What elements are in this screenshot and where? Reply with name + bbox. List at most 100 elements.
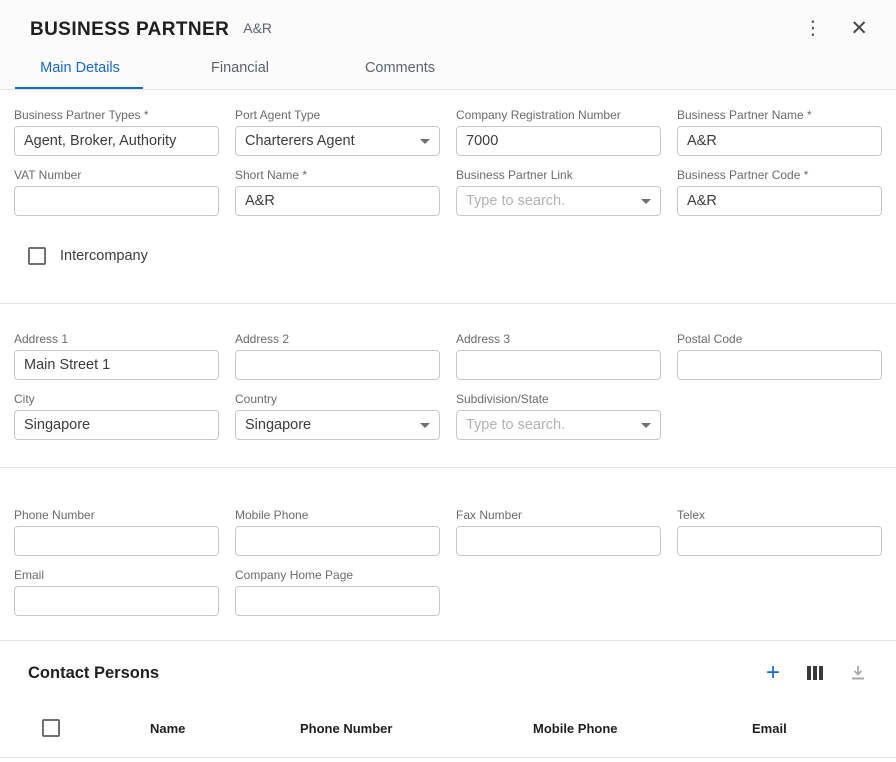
postal-code-input[interactable] [677,350,882,380]
page-subtitle: A&R [243,20,272,36]
field-postal-code: Postal Code [677,332,882,380]
short-name-label: Short Name * [235,168,440,182]
contact-persons-section: Contact Persons + [0,640,896,758]
address-2-input[interactable] [235,350,440,380]
phone-number-input[interactable] [14,526,219,556]
download-icon [850,665,866,681]
postal-code-label: Postal Code [677,332,882,346]
country-value: Singapore [245,417,311,433]
telex-input[interactable] [677,526,882,556]
company-home-page-label: Company Home Page [235,568,440,582]
field-address-1: Address 1 [14,332,219,380]
field-address-2: Address 2 [235,332,440,380]
subdivision-state-placeholder: Type to search. [466,417,565,433]
contact-info-section: Phone Number Mobile Phone Fax Number Tel… [0,468,896,616]
business-partner-code-input[interactable] [677,186,882,216]
download-button[interactable] [848,663,868,683]
field-email: Email [14,568,219,616]
field-company-home-page: Company Home Page [235,568,440,616]
header-actions: ⋮ ✕ [799,18,868,40]
field-vat-number: VAT Number [14,168,219,216]
mobile-phone-label: Mobile Phone [235,508,440,522]
business-partner-types-input[interactable] [14,126,219,156]
city-input[interactable] [14,410,219,440]
intercompany-label: Intercompany [60,248,148,264]
field-phone-number: Phone Number [14,508,219,556]
field-business-partner-name: Business Partner Name * [677,108,882,156]
mobile-phone-input[interactable] [235,526,440,556]
company-registration-number-input[interactable] [456,126,661,156]
empty-cell [456,568,661,616]
subdivision-state-label: Subdivision/State [456,392,661,406]
country-label: Country [235,392,440,406]
chevron-down-icon [420,139,430,144]
field-mobile-phone: Mobile Phone [235,508,440,556]
chevron-down-icon [641,423,651,428]
field-address-3: Address 3 [456,332,661,380]
close-icon[interactable]: ✕ [850,18,868,40]
contact-persons-title: Contact Persons [28,664,159,683]
vat-number-label: VAT Number [14,168,219,182]
vat-number-input[interactable] [14,186,219,216]
fax-number-label: Fax Number [456,508,661,522]
email-label: Email [14,568,219,582]
address-section: Address 1 Address 2 Address 3 Postal Cod… [0,304,896,440]
empty-cell [677,392,882,440]
company-registration-number-label: Company Registration Number [456,108,661,122]
port-agent-type-select[interactable]: Charterers Agent [235,126,440,156]
address-1-input[interactable] [14,350,219,380]
field-city: City [14,392,219,440]
address-3-input[interactable] [456,350,661,380]
tab-comments[interactable]: Comments [320,50,480,89]
address-3-label: Address 3 [456,332,661,346]
field-port-agent-type: Port Agent Type Charterers Agent [235,108,440,156]
field-short-name: Short Name * [235,168,440,216]
add-contact-button[interactable]: + [764,661,782,685]
select-all-checkbox[interactable] [42,719,60,737]
kebab-menu-icon[interactable]: ⋮ [799,18,826,40]
intercompany-checkbox[interactable] [28,247,46,265]
country-select[interactable]: Singapore [235,410,440,440]
field-business-partner-code: Business Partner Code * [677,168,882,216]
business-partner-link-select[interactable]: Type to search. [456,186,661,216]
business-partner-name-input[interactable] [677,126,882,156]
intercompany-row: Intercompany [28,247,882,265]
chevron-down-icon [420,423,430,428]
field-fax-number: Fax Number [456,508,661,556]
short-name-input[interactable] [235,186,440,216]
field-business-partner-types: Business Partner Types * [14,108,219,156]
column-header-phone-number[interactable]: Phone Number [300,721,533,736]
fax-number-input[interactable] [456,526,661,556]
contact-persons-table-header: Name Phone Number Mobile Phone Email [0,699,896,757]
email-input[interactable] [14,586,219,616]
telex-label: Telex [677,508,882,522]
select-all-cell [28,719,150,737]
company-home-page-input[interactable] [235,586,440,616]
columns-button[interactable] [804,663,826,683]
field-business-partner-link: Business Partner Link Type to search. [456,168,661,216]
title-row: BUSINESS PARTNER A&R [0,0,896,41]
plus-icon: + [766,663,780,683]
address-1-label: Address 1 [14,332,219,346]
business-partner-code-label: Business Partner Code * [677,168,882,182]
tab-main-details[interactable]: Main Details [0,50,160,89]
subdivision-state-select[interactable]: Type to search. [456,410,661,440]
identity-section: Business Partner Types * Port Agent Type… [0,90,896,265]
tab-financial[interactable]: Financial [160,50,320,89]
port-agent-type-value: Charterers Agent [245,133,355,149]
column-header-mobile-phone[interactable]: Mobile Phone [533,721,752,736]
field-subdivision-state: Subdivision/State Type to search. [456,392,661,440]
column-header-name[interactable]: Name [150,721,300,736]
contact-persons-header: Contact Persons + [0,641,896,699]
columns-icon [806,665,824,681]
tab-bar: Main Details Financial Comments [0,50,480,89]
empty-cell [677,568,882,616]
dialog-header: BUSINESS PARTNER A&R ⋮ ✕ Main Details Fi… [0,0,896,90]
chevron-down-icon [641,199,651,204]
business-partner-dialog: BUSINESS PARTNER A&R ⋮ ✕ Main Details Fi… [0,0,896,762]
column-header-email[interactable]: Email [752,721,868,736]
page-title: BUSINESS PARTNER [30,19,229,41]
contact-persons-actions: + [764,661,868,685]
city-label: City [14,392,219,406]
port-agent-type-label: Port Agent Type [235,108,440,122]
